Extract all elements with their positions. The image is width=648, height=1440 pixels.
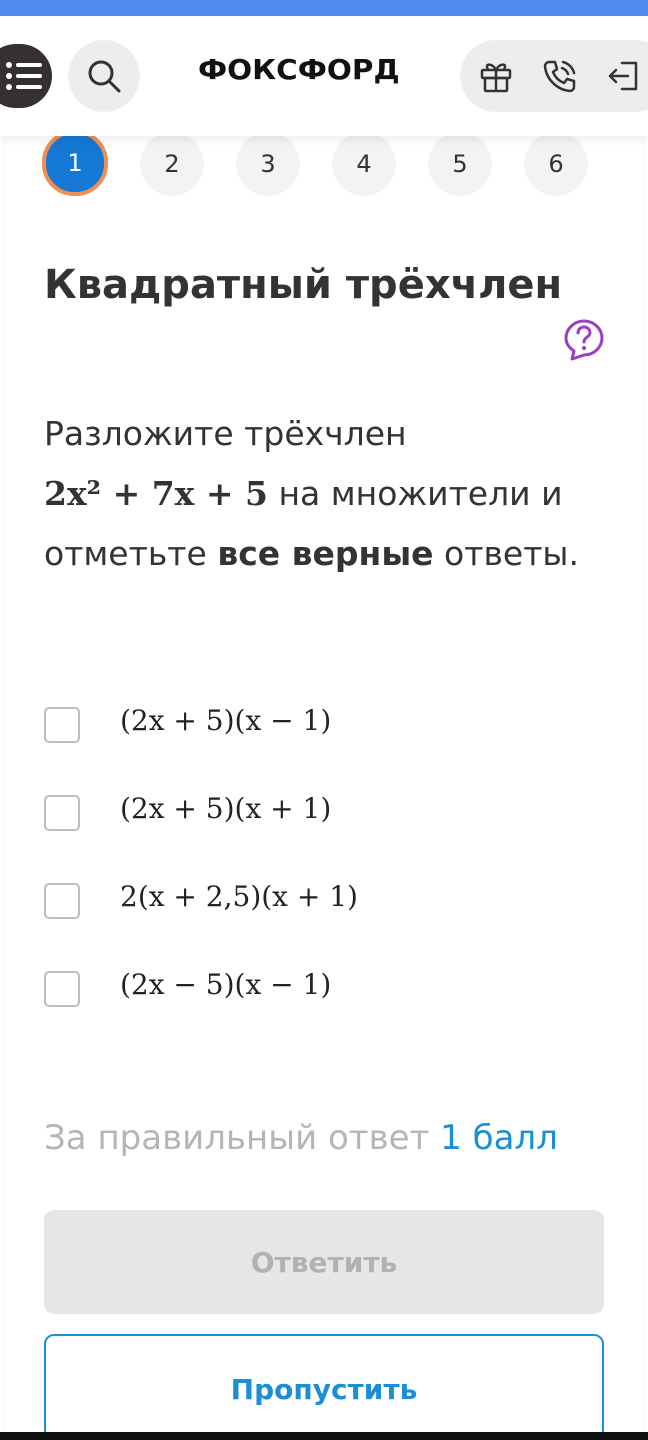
step-label: 1 bbox=[67, 149, 83, 177]
task-end: ответы. bbox=[433, 534, 579, 573]
answer-button[interactable]: Ответить bbox=[44, 1210, 604, 1314]
answer-option[interactable]: (2x + 5)(x − 1) bbox=[44, 704, 604, 746]
option-label: (2x − 5)(x − 1) bbox=[120, 968, 332, 1001]
step-label: 6 bbox=[548, 150, 564, 178]
option-label: (2x + 5)(x − 1) bbox=[120, 704, 332, 737]
skip-button[interactable]: Пропустить bbox=[44, 1334, 604, 1440]
step-4[interactable]: 4 bbox=[332, 132, 396, 196]
step-6[interactable]: 6 bbox=[524, 132, 588, 196]
question-stepper: 1 2 3 4 5 6 bbox=[0, 130, 648, 206]
step-5[interactable]: 5 bbox=[428, 132, 492, 196]
phone-icon[interactable] bbox=[542, 58, 578, 94]
task-emphasis: все верные bbox=[217, 534, 434, 573]
option-checkbox[interactable] bbox=[44, 795, 80, 831]
header-actions bbox=[460, 40, 648, 112]
answer-option[interactable]: (2x − 5)(x − 1) bbox=[44, 968, 604, 1010]
option-checkbox[interactable] bbox=[44, 971, 80, 1007]
step-label: 3 bbox=[260, 150, 276, 178]
task-title: Квадратный трёхчлен bbox=[44, 262, 563, 308]
option-label: (2x + 5)(x + 1) bbox=[120, 792, 332, 825]
step-label: 5 bbox=[452, 150, 468, 178]
answer-option[interactable]: (2x + 5)(x + 1) bbox=[44, 792, 604, 834]
bottom-system-bar bbox=[0, 1432, 648, 1440]
step-2[interactable]: 2 bbox=[140, 132, 204, 196]
step-1[interactable]: 1 bbox=[42, 130, 108, 196]
help-button[interactable] bbox=[562, 318, 606, 362]
top-status-strip bbox=[0, 0, 648, 16]
answer-option[interactable]: 2(x + 2,5)(x + 1) bbox=[44, 880, 604, 922]
step-3[interactable]: 3 bbox=[236, 132, 300, 196]
step-label: 2 bbox=[164, 150, 180, 178]
option-checkbox[interactable] bbox=[44, 883, 80, 919]
logout-icon[interactable] bbox=[606, 58, 642, 94]
gift-icon[interactable] bbox=[478, 58, 514, 94]
search-button[interactable] bbox=[68, 40, 140, 112]
option-checkbox[interactable] bbox=[44, 707, 80, 743]
step-label: 4 bbox=[356, 150, 372, 178]
score-value: 1 балл bbox=[440, 1118, 558, 1158]
header: ФОКСФОРД bbox=[0, 16, 648, 136]
search-icon bbox=[88, 60, 121, 93]
task-expression: 2x² + 7x + 5 bbox=[44, 474, 268, 513]
help-icon bbox=[564, 319, 604, 361]
task-intro: Разложите трёхчлен bbox=[44, 414, 407, 453]
option-label: 2(x + 2,5)(x + 1) bbox=[120, 880, 358, 913]
menu-button[interactable] bbox=[0, 44, 52, 108]
score-prefix: За правильный ответ bbox=[44, 1118, 430, 1158]
task-text: Разложите трёхчлен 2x² + 7x + 5 на множи… bbox=[44, 404, 614, 584]
menu-icon bbox=[6, 62, 42, 90]
logo[interactable]: ФОКСФОРД bbox=[198, 53, 400, 86]
score-info: За правильный ответ 1 балл bbox=[44, 1118, 558, 1158]
